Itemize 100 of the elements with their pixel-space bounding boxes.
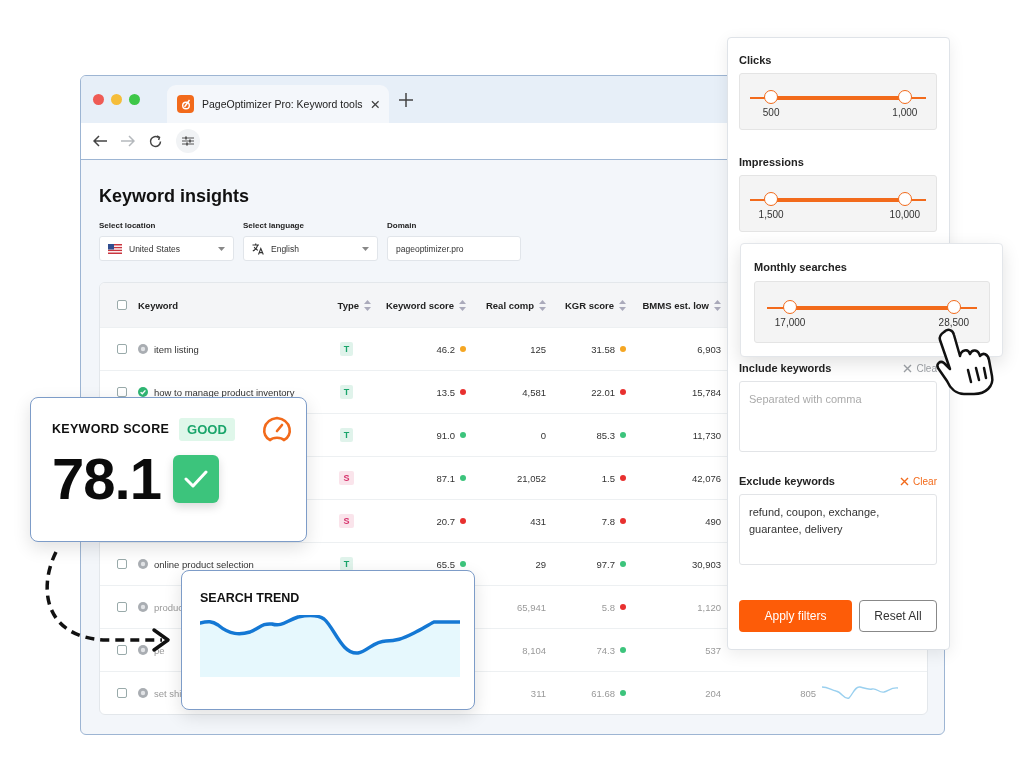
type-tag: S [339,514,354,528]
table-cell: 311 [530,687,546,699]
score-value: 74.3 [596,644,615,656]
sort-icon[interactable] [619,299,626,311]
type-tag: T [339,428,354,442]
sort-icon[interactable] [539,299,546,311]
slider-reading: 17,000 [774,317,806,328]
app-logo-icon [177,95,194,113]
table-cell: 490 [705,515,721,527]
slider-thumb[interactable] [764,90,779,104]
table-cell: 29 [535,558,546,570]
slider-reading: 28,500 [938,317,970,328]
table-cell: 11,730 [692,429,721,441]
translate-icon [252,242,264,255]
filter-label: Monthly searches [754,261,848,273]
type-tag: T [339,385,354,399]
score-value: 5.8 [601,601,615,613]
input-field[interactable]: pageoptimizer.pro [387,236,521,261]
reset-button[interactable]: Reset All [859,600,937,632]
keyword-text: set shi [154,687,182,699]
keywords-field[interactable]: Separated with comma [739,381,937,452]
rating-badge: GOOD [179,417,235,441]
score-value: 22.01 [591,386,615,398]
table-cell: 65,941 [516,601,546,613]
page-title: Keyword insights [99,186,250,207]
column-header: Keyword [138,299,179,311]
sort-icon[interactable] [459,299,466,311]
type-tag: T [339,342,354,356]
range-slider[interactable]: 1,500 10,000 [739,175,937,232]
column-header[interactable]: Type [337,299,359,311]
row-checkbox[interactable] [117,559,127,569]
range-slider[interactable]: 500 1,000 [739,73,937,130]
slider-reading: 1,000 [892,107,918,118]
row-checkbox[interactable] [117,688,127,698]
slider-thumb[interactable] [764,192,779,206]
table-cell: 537 [705,644,721,656]
gauge-icon [262,416,292,442]
filter-label: Clicks [739,54,773,66]
table-cell: 431 [530,515,546,527]
slider-reading: 500 [762,107,780,118]
table-cell: 8,104 [522,644,546,656]
score-value: 20.7 [436,515,455,527]
row-checkbox[interactable] [117,344,127,354]
select-all-checkbox[interactable] [117,300,127,310]
range-slider[interactable]: 17,000 28,500 [754,281,990,343]
table-cell: 30,903 [691,558,721,570]
browser-tab[interactable]: PageOptimizer Pro: Keyword tools [167,85,389,123]
filter-label: Exclude keywords [739,475,835,487]
score-value: 97.7 [596,558,615,570]
table-cell: 15,784 [691,386,721,398]
type-tag: T [339,557,354,571]
sort-icon[interactable] [364,299,371,311]
keywords-field[interactable]: refund, coupon, exchange, guarantee, delivery [739,494,937,565]
keyword-text: online product selection [154,558,254,570]
column-header[interactable]: BMMS est. low [642,299,709,311]
slider-thumb[interactable] [783,300,798,314]
score-value: 85.3 [596,429,615,441]
slider-thumb[interactable] [897,90,912,104]
type-tag: S [339,471,354,485]
reload-icon[interactable] [149,134,162,148]
minimize-window-button[interactable] [111,94,122,105]
keyword-text: how to manage product inventory [154,386,295,398]
site-settings-icon[interactable] [176,129,200,153]
close-window-button[interactable] [93,94,104,105]
score-value: 61.68 [591,687,615,699]
score-value: 65.5 [436,558,455,570]
caret-icon [218,246,225,251]
row-checkbox[interactable] [117,645,127,655]
column-header[interactable]: Keyword score [385,299,454,311]
score-value: 13.5 [436,386,455,398]
keyword-text: produc [154,601,184,613]
score-value: 7.8 [601,515,615,527]
filter-label: Impressions [739,156,805,168]
score-value: 91.0 [436,429,455,441]
field-label: Select language [243,221,305,230]
table-cell: 204 [705,687,721,699]
new-tab-icon[interactable] [399,92,413,107]
back-icon[interactable] [93,135,107,147]
column-header[interactable]: KGR score [564,299,614,311]
table-cell: 42,076 [691,472,721,484]
close-icon[interactable] [370,99,379,109]
dropdown[interactable]: United States [99,236,234,261]
table-cell: 21,052 [516,472,546,484]
cross-icon [900,476,910,486]
row-checkbox[interactable] [117,602,127,612]
maximize-window-button[interactable] [129,94,140,105]
dropdown[interactable]: English [243,236,378,261]
keyword-text: item listing [154,343,199,355]
column-header[interactable]: Real comp [485,299,534,311]
flag-icon [108,243,122,254]
slider-thumb[interactable] [897,192,912,206]
field-label: Select location [99,221,157,230]
sort-icon[interactable] [714,299,721,311]
slider-reading: 10,000 [889,209,921,220]
score-value: 87.1 [436,472,455,484]
caret-icon [362,246,369,251]
table-cell: 125 [530,343,546,355]
cross-icon [903,363,913,373]
table-cell: 6,903 [697,343,721,355]
slider-thumb[interactable] [946,300,961,314]
